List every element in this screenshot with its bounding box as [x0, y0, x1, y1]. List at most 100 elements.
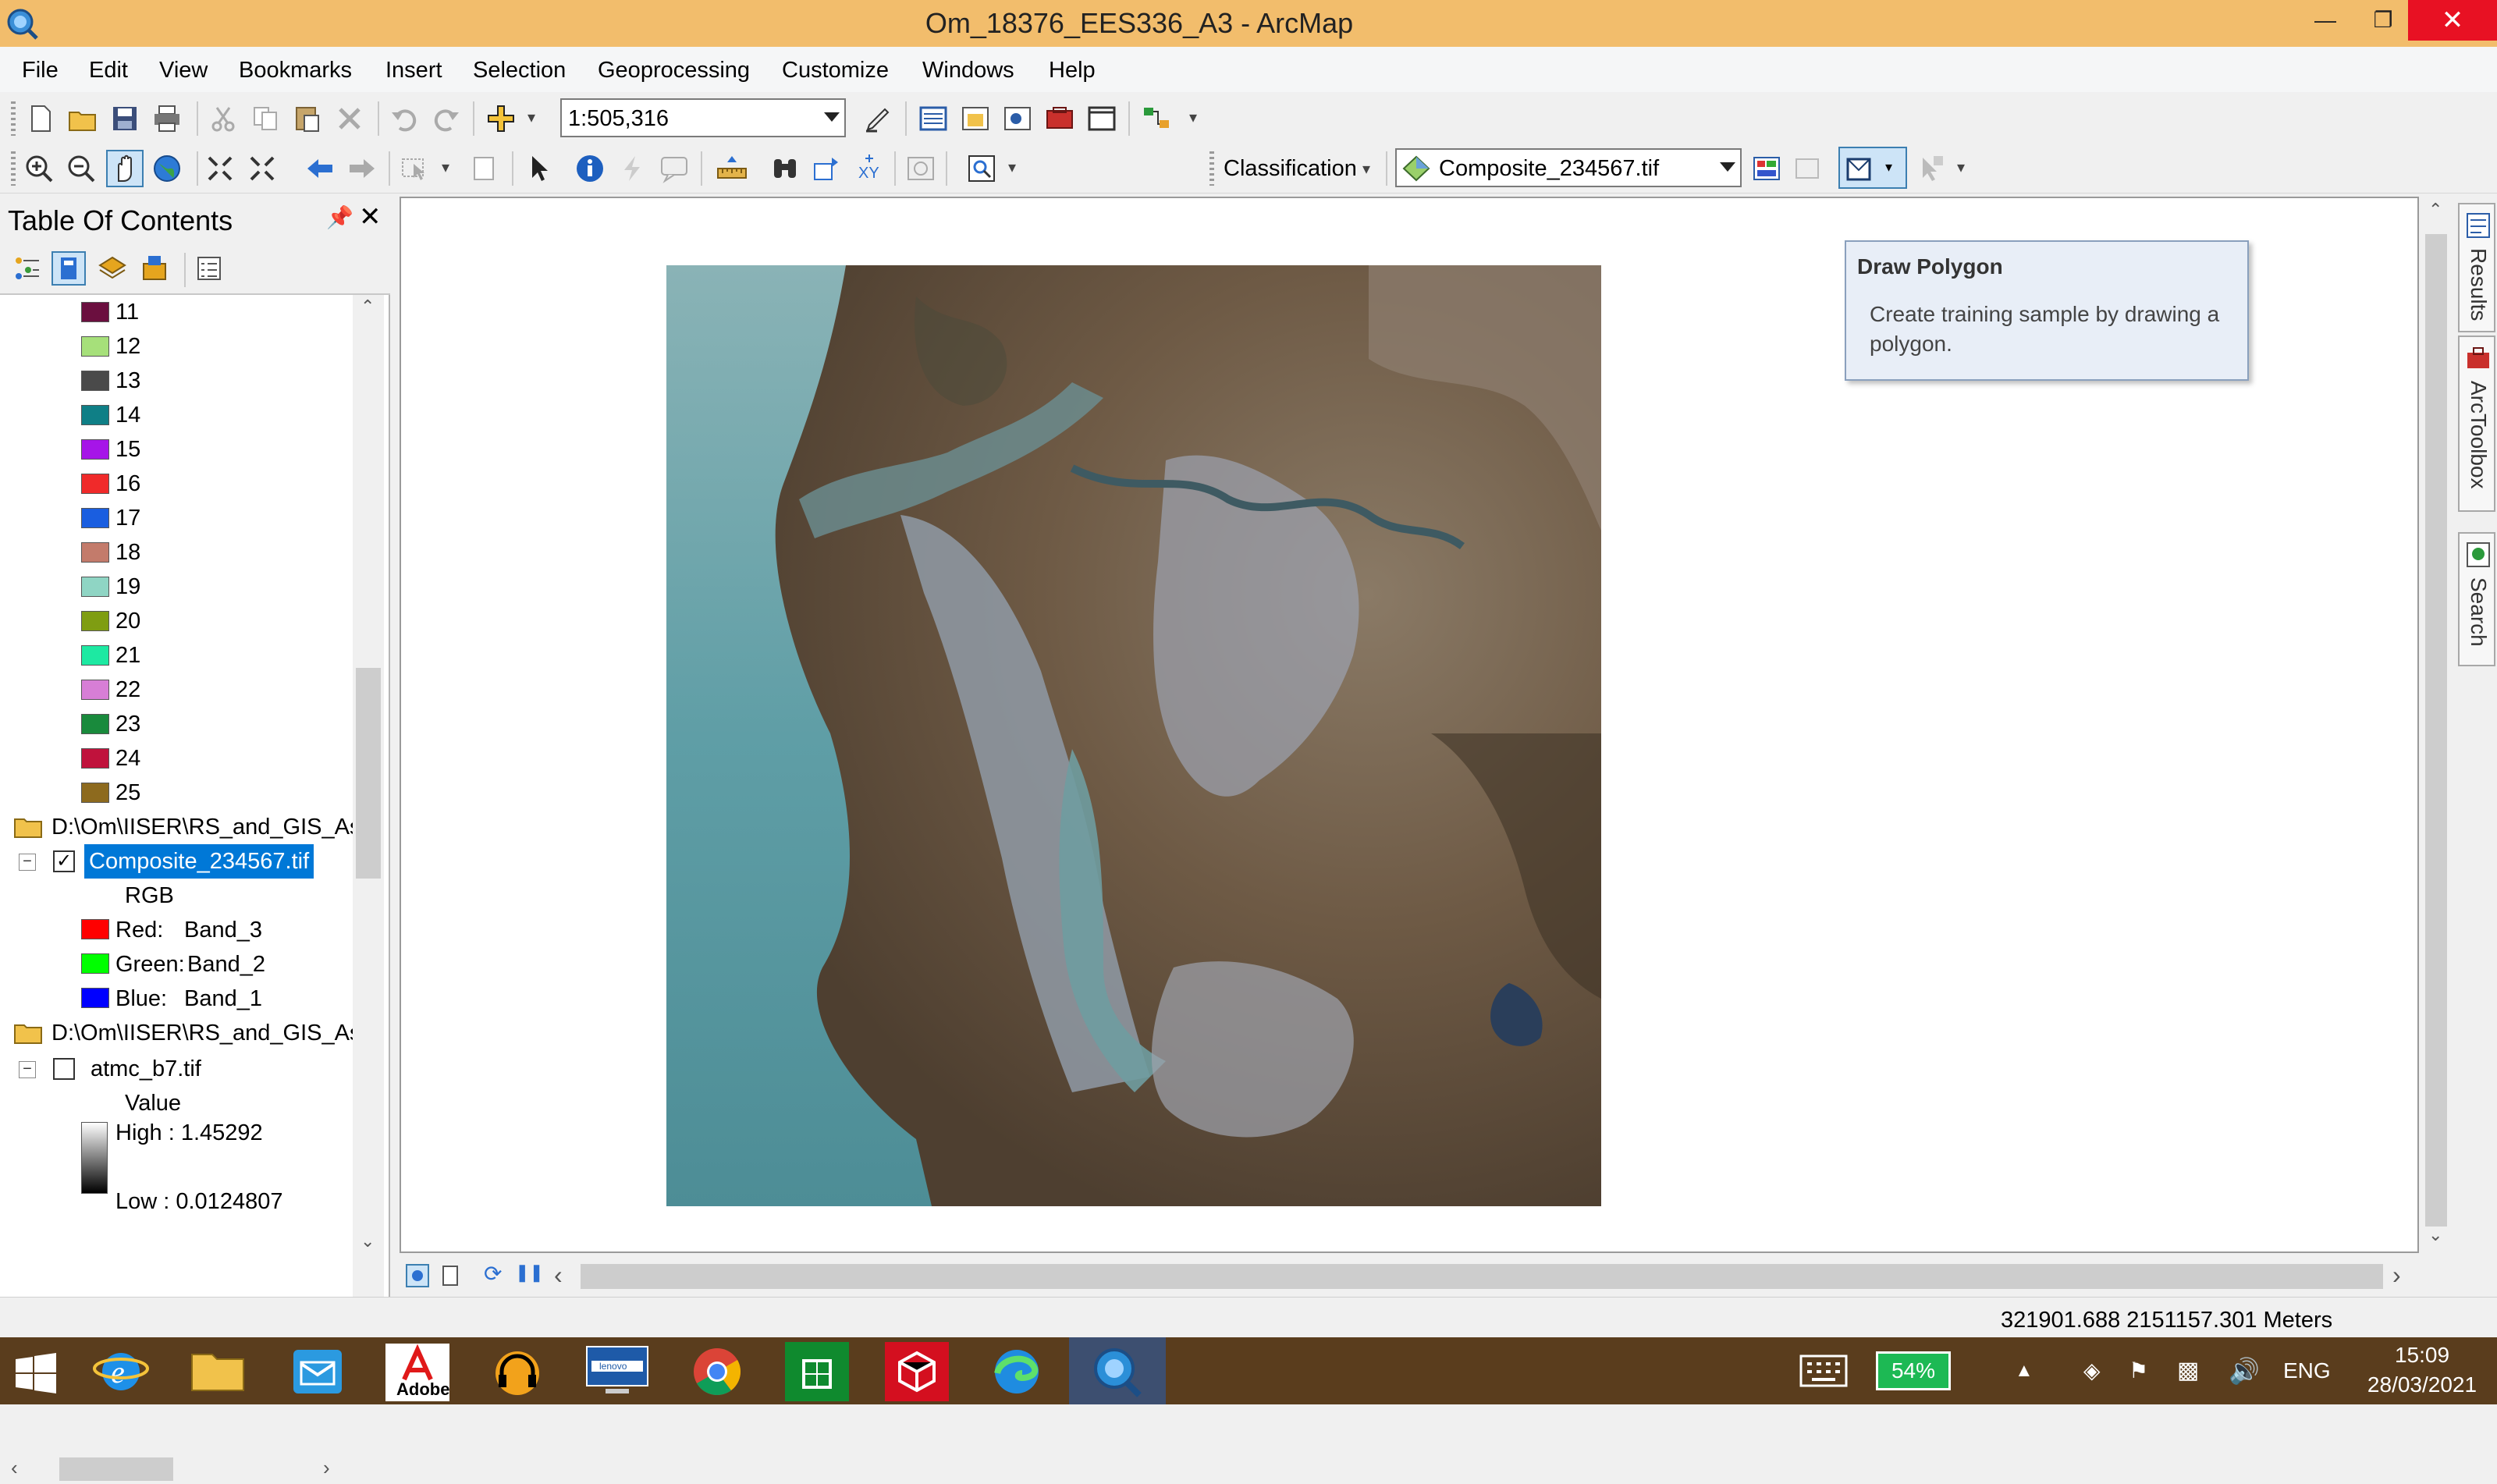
system-clock[interactable]: 15:09 28/03/2021	[2360, 1340, 2485, 1400]
legend-swatch[interactable]	[81, 542, 109, 563]
clear-selection-icon[interactable]	[468, 153, 499, 184]
close-button[interactable]: ✕	[2408, 0, 2497, 41]
toolbar-grip[interactable]	[11, 151, 16, 186]
new-document-icon[interactable]	[25, 103, 56, 134]
draw-polygon-button[interactable]: ▾	[1838, 147, 1907, 189]
menu-windows[interactable]: Windows	[922, 47, 1014, 92]
list-by-selection-icon[interactable]	[139, 253, 170, 284]
classification-layer-combo[interactable]: Composite_234567.tif	[1395, 148, 1742, 187]
scrollbar-thumb[interactable]	[59, 1457, 173, 1481]
toolbar-grip[interactable]	[1209, 151, 1214, 186]
scroll-up-arrow-icon[interactable]: ⌃	[2428, 200, 2442, 220]
legend-swatch[interactable]	[81, 439, 109, 460]
layer-visibility-checkbox[interactable]: ✓	[53, 850, 75, 872]
add-data-icon[interactable]	[485, 103, 517, 134]
list-by-visibility-icon[interactable]	[97, 253, 128, 284]
legend-swatch[interactable]	[81, 611, 109, 631]
model-builder-icon[interactable]	[1141, 103, 1172, 134]
legend-swatch[interactable]	[81, 336, 109, 357]
collapse-toggle[interactable]: −	[19, 854, 36, 871]
lenovo-vantage-icon[interactable]: lenovo	[574, 1342, 660, 1401]
internet-explorer-icon[interactable]: e	[78, 1342, 164, 1401]
scroll-right-arrow-icon[interactable]: ›	[2392, 1261, 2401, 1290]
windows-start-icon[interactable]	[0, 1342, 70, 1401]
scroll-down-arrow-icon[interactable]: ⌄	[2428, 1225, 2442, 1245]
layer-visibility-checkbox[interactable]: ✓	[53, 1058, 75, 1080]
fixed-zoom-out-icon[interactable]	[247, 153, 278, 184]
identify-info-icon[interactable]	[574, 153, 606, 184]
results-tab[interactable]: Results	[2458, 203, 2495, 332]
battery-indicator[interactable]: 54%	[1876, 1351, 1951, 1390]
headphones-app-icon[interactable]	[474, 1342, 560, 1401]
file-explorer-icon[interactable]	[175, 1342, 261, 1401]
restore-button[interactable]: ❐	[2350, 0, 2416, 41]
menu-insert[interactable]: Insert	[385, 47, 442, 92]
zoom-out-icon[interactable]	[66, 153, 97, 184]
toc-data-frame-path[interactable]: D:\Om\IISER\RS_and_GIS_Ass	[52, 1016, 354, 1050]
show-hidden-icons-chevron-icon[interactable]: ▲	[2015, 1337, 2033, 1404]
scroll-down-arrow-icon[interactable]: ⌄	[361, 1231, 375, 1251]
input-language[interactable]: ENG	[2283, 1337, 2331, 1404]
hyperlink-lightning-icon[interactable]	[616, 153, 648, 184]
menu-view[interactable]: View	[159, 47, 208, 92]
map-display[interactable]: Draw Polygon Create training sample by d…	[400, 197, 2419, 1253]
toc-data-frame-path[interactable]: D:\Om\IISER\RS_and_GIS_Ass	[52, 810, 354, 844]
chevron-down-icon[interactable]	[1720, 162, 1735, 172]
scroll-left-arrow-icon[interactable]: ‹	[11, 1456, 18, 1480]
select-features-icon[interactable]	[400, 153, 431, 184]
network-signal-icon[interactable]: ▩	[2177, 1337, 2199, 1404]
search-window-icon[interactable]	[1002, 103, 1033, 134]
legend-swatch[interactable]	[81, 680, 109, 700]
arctoolbox-tab[interactable]: ArcToolbox	[2458, 335, 2495, 512]
microsoft-store-icon[interactable]	[774, 1342, 860, 1401]
legend-swatch[interactable]	[81, 783, 109, 803]
action-flag-icon[interactable]: ⚑	[2129, 1337, 2148, 1404]
defender-shield-icon[interactable]: ◈	[2083, 1337, 2101, 1404]
classification-dropdown[interactable]: Classification	[1224, 144, 1357, 193]
create-signature-file-icon[interactable]	[1792, 153, 1823, 184]
pan-hand-icon[interactable]	[106, 150, 144, 187]
legend-swatch[interactable]	[81, 474, 109, 494]
arctoolbox-icon[interactable]	[1044, 103, 1075, 134]
menu-edit[interactable]: Edit	[89, 47, 128, 92]
interactive-supervised-classification-icon[interactable]	[1915, 153, 1946, 184]
layout-view-icon[interactable]	[439, 1264, 462, 1287]
chevron-down-icon[interactable]: ▾	[1885, 159, 1892, 176]
delete-icon[interactable]	[334, 103, 365, 134]
toc-horizontal-scrollbar[interactable]: ‹ ›	[0, 1453, 353, 1484]
scrollbar-thumb[interactable]	[2425, 234, 2447, 1227]
cut-icon[interactable]	[208, 103, 239, 134]
find-binoculars-icon[interactable]	[769, 153, 801, 184]
toc-vertical-scrollbar[interactable]: ⌃ ⌄	[353, 295, 384, 1453]
legend-swatch[interactable]	[81, 302, 109, 322]
toolbar-overflow-icon[interactable]: ▾	[1189, 108, 1203, 136]
menu-file[interactable]: File	[22, 47, 59, 92]
search-tab[interactable]: Search	[2458, 532, 2495, 666]
menu-selection[interactable]: Selection	[473, 47, 566, 92]
menu-customize[interactable]: Customize	[782, 47, 889, 92]
pin-icon[interactable]: 📌	[326, 204, 353, 230]
scroll-right-arrow-icon[interactable]: ›	[323, 1456, 330, 1480]
go-back-arrow-icon[interactable]	[304, 153, 336, 184]
toc-layer-atmc-b7[interactable]: atmc_b7.tif	[91, 1052, 201, 1086]
full-extent-globe-icon[interactable]	[151, 153, 183, 184]
pause-drawing-icon[interactable]: ❚❚	[515, 1262, 544, 1283]
toc-options-icon[interactable]	[194, 253, 225, 284]
arcmap-taskbar-icon[interactable]	[1075, 1342, 1161, 1401]
map-horizontal-scrollbar-thumb[interactable]	[581, 1264, 2383, 1289]
satellite-image[interactable]	[666, 265, 1601, 1206]
scroll-up-arrow-icon[interactable]: ⌃	[361, 296, 375, 317]
save-icon[interactable]	[109, 103, 140, 134]
edge-browser-icon[interactable]	[974, 1342, 1060, 1401]
chevron-down-icon[interactable]	[824, 112, 840, 122]
menu-help[interactable]: Help	[1049, 47, 1096, 92]
data-view-icon[interactable]	[406, 1264, 429, 1287]
print-icon[interactable]	[151, 103, 183, 134]
fixed-zoom-in-icon[interactable]	[204, 153, 236, 184]
paste-icon[interactable]	[292, 103, 323, 134]
toc-layer-composite[interactable]: Composite_234567.tif	[84, 844, 314, 879]
legend-swatch[interactable]	[81, 748, 109, 769]
mail-app-icon[interactable]	[275, 1342, 361, 1401]
legend-swatch[interactable]	[81, 371, 109, 391]
volume-speaker-icon[interactable]: 🔊	[2229, 1337, 2260, 1404]
